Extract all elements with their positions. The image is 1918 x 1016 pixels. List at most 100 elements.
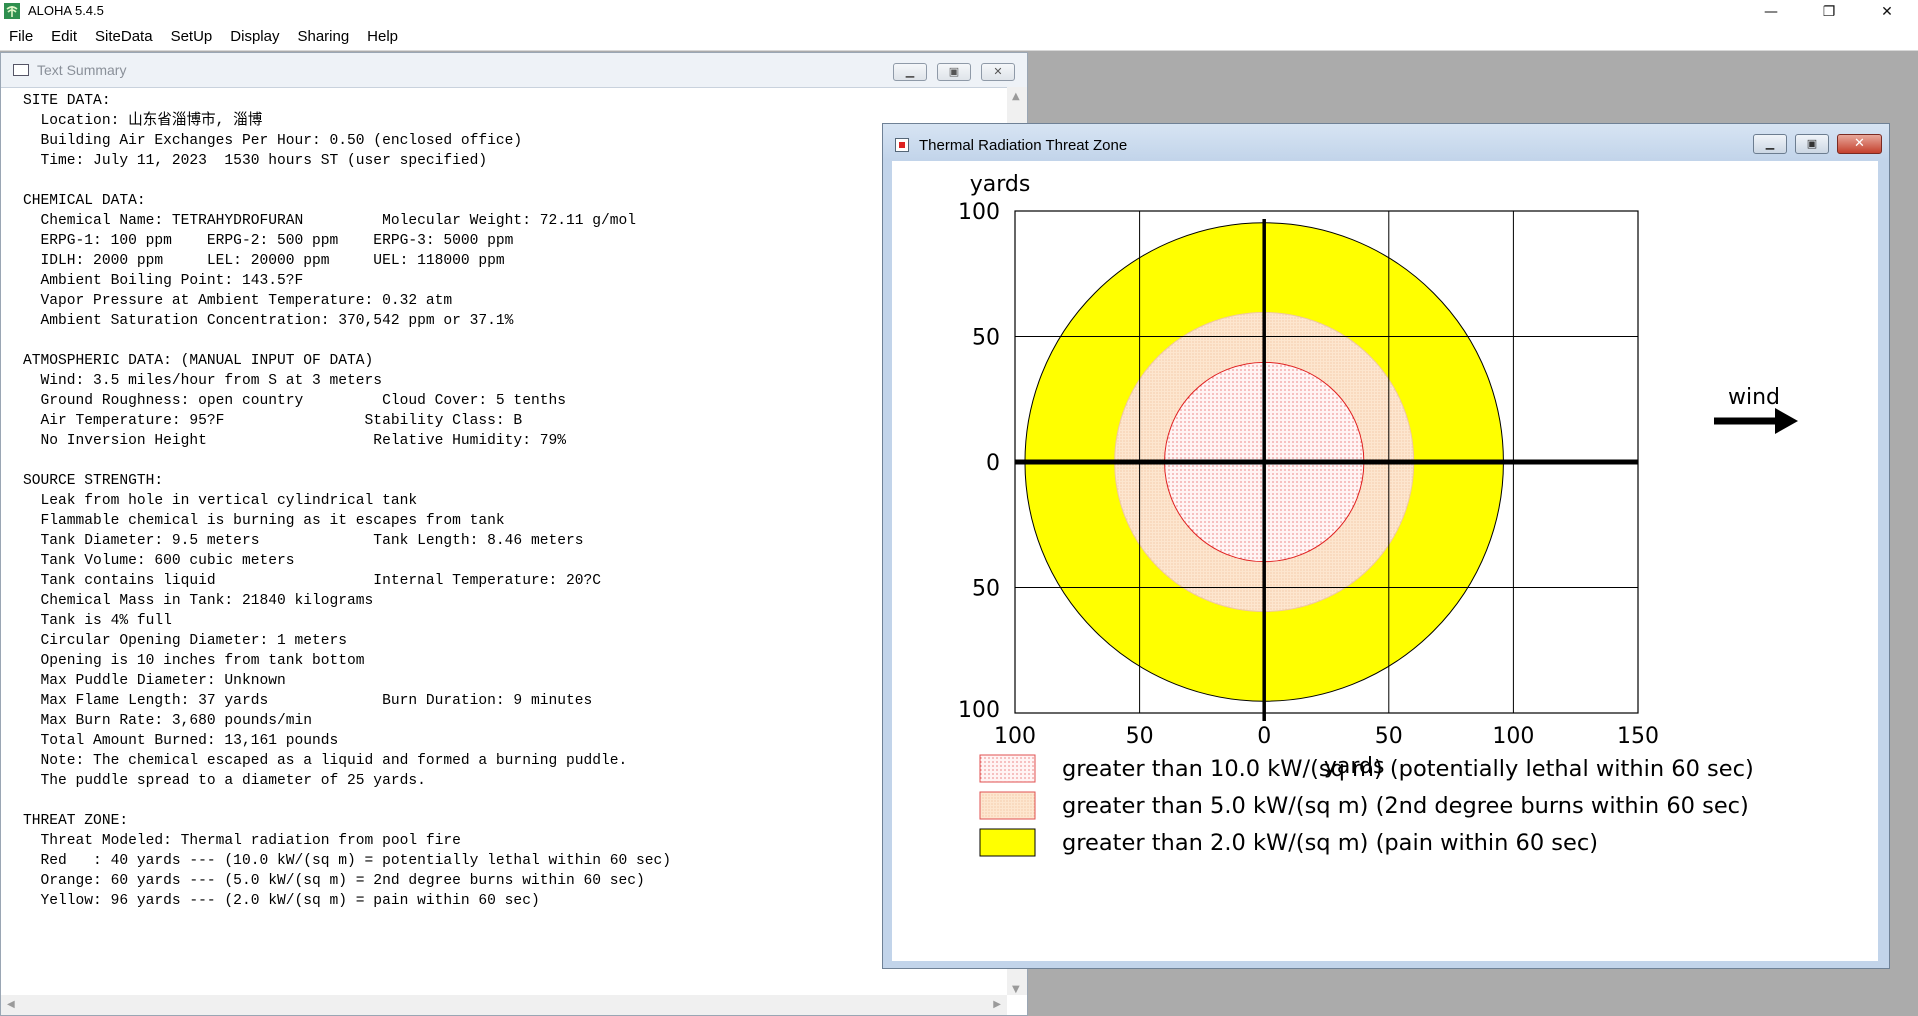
threat-zone-chart: 100 50 0 50 100 15010050050100yardsyardswindg… (958, 172, 1798, 857)
menu-display[interactable]: Display (221, 24, 288, 50)
close-button[interactable]: ✕ (1864, 0, 1910, 24)
threat-zone-titlebar[interactable]: Thermal Radiation Threat Zone ▁ ▣ ✕ (883, 124, 1889, 160)
y-tick-label: 50 (972, 326, 1000, 351)
text-summary-restore-button[interactable]: ▣ (937, 63, 971, 81)
document-icon (13, 64, 29, 76)
summary-line: ATMOSPHERIC DATA: (MANUAL INPUT OF DATA) (23, 353, 374, 369)
legend-label: greater than 10.0 kW/(sq m) (potentially… (1062, 756, 1754, 782)
minimize-icon: — (1764, 4, 1778, 20)
summary-line: Chemical Mass in Tank: 21840 kilograms (23, 593, 374, 609)
menu-setup[interactable]: SetUp (162, 24, 222, 50)
menu-edit[interactable]: Edit (42, 24, 86, 50)
threat-zone-title: Thermal Radiation Threat Zone (919, 137, 1128, 154)
menu-sharing[interactable]: Sharing (288, 24, 358, 50)
x-tick-label: 150 (1617, 724, 1659, 749)
summary-line: IDLH: 2000 ppm LEL: 20000 ppm UEL: 11800… (23, 253, 505, 269)
summary-line: CHEMICAL DATA: (23, 193, 146, 209)
summary-line: SITE DATA: (23, 93, 111, 109)
summary-line: Ground Roughness: open country Cloud Cov… (23, 393, 566, 409)
close-icon: ✕ (1881, 4, 1893, 20)
summary-line: No Inversion Height Relative Humidity: 7… (23, 433, 566, 449)
summary-line: Tank contains liquid Internal Temperatur… (23, 573, 602, 589)
threat-zone-close-button[interactable]: ✕ (1837, 134, 1882, 154)
y-axis-title: yards (970, 172, 1031, 197)
text-summary-minimize-button[interactable]: ▁ (893, 63, 927, 81)
summary-line: Orange: 60 yards --- (5.0 kW/(sq m) = 2n… (23, 873, 645, 889)
scroll-right-icon[interactable]: ▶ (993, 999, 1001, 1010)
x-tick-label: 50 (1126, 724, 1154, 749)
summary-line: Tank is 4% full (23, 613, 172, 629)
menu-help[interactable]: Help (358, 24, 407, 50)
threat-zone-minimize-button[interactable]: ▁ (1753, 134, 1787, 154)
menu-bar: File Edit SiteData SetUp Display Sharing… (0, 24, 1918, 51)
summary-line: Chemical Name: TETRAHYDROFURAN Molecular… (23, 213, 637, 229)
horizontal-scrollbar[interactable]: ◀ ▶ (1, 995, 1007, 1015)
wind-label: wind (1728, 385, 1780, 410)
summary-line: Leak from hole in vertical cylindrical t… (23, 493, 418, 509)
legend-swatch-60 (979, 791, 1036, 820)
summary-line: Air Temperature: 95?F Stability Class: B (23, 413, 523, 429)
summary-line: Location: 山东省淄博市, 淄博 (23, 113, 263, 129)
y-tick-label: 100 (958, 200, 1000, 225)
summary-line: Flammable chemical is burning as it esca… (23, 513, 505, 529)
text-summary-window: Text Summary ▁ ▣ ✕ SITE DATA: Location: … (0, 52, 1028, 1016)
summary-line: Ambient Boiling Point: 143.5?F (23, 273, 304, 289)
x-tick-label: 0 (1257, 724, 1271, 749)
summary-line: Vapor Pressure at Ambient Temperature: 0… (23, 293, 453, 309)
menu-sitedata[interactable]: SiteData (86, 24, 162, 50)
summary-line: Building Air Exchanges Per Hour: 0.50 (e… (23, 133, 523, 149)
minimize-button[interactable]: — (1748, 0, 1794, 24)
summary-line: Red : 40 yards --- (10.0 kW/(sq m) = pot… (23, 853, 672, 869)
summary-line: The puddle spread to a diameter of 25 ya… (23, 773, 426, 789)
legend-swatch-40 (979, 754, 1036, 783)
y-tick-label: 50 (972, 577, 1000, 602)
summary-line: Tank Volume: 600 cubic meters (23, 553, 295, 569)
x-tick-label: 50 (1375, 724, 1403, 749)
legend-swatch-96 (979, 828, 1036, 857)
aloha-app-icon (4, 3, 20, 19)
summary-line: Note: The chemical escaped as a liquid a… (23, 753, 628, 769)
text-summary-title: Text Summary (37, 62, 127, 78)
y-tick-label: 100 (958, 698, 1000, 723)
summary-line (23, 331, 1003, 351)
x-tick-label: 100 (994, 724, 1036, 749)
text-summary-content: SITE DATA: Location: 山东省淄博市, 淄博 Building… (23, 91, 1003, 971)
summary-line: Circular Opening Diameter: 1 meters (23, 633, 348, 649)
app-titlebar: ALOHA 5.4.5 — ❐ ✕ (0, 0, 1918, 25)
legend-label: greater than 5.0 kW/(sq m) (2nd degree b… (1062, 793, 1749, 819)
summary-line: Yellow: 96 yards --- (2.0 kW/(sq m) = pa… (23, 893, 540, 909)
scroll-up-icon[interactable]: ▲ (1012, 91, 1020, 102)
summary-line: SOURCE STRENGTH: (23, 473, 164, 489)
threat-zone-window: Thermal Radiation Threat Zone ▁ ▣ ✕ 100 5… (882, 123, 1890, 969)
legend-label: greater than 2.0 kW/(sq m) (pain within … (1062, 830, 1598, 856)
summary-line: Time: July 11, 2023 1530 hours ST (user … (23, 153, 488, 169)
summary-line: THREAT ZONE: (23, 813, 129, 829)
menu-file[interactable]: File (0, 24, 42, 50)
threat-zone-restore-button[interactable]: ▣ (1795, 134, 1829, 154)
restore-icon: ❐ (1822, 4, 1836, 20)
summary-line: Wind: 3.5 miles/hour from S at 3 meters (23, 373, 383, 389)
text-summary-titlebar[interactable]: Text Summary ▁ ▣ ✕ (1, 53, 1027, 88)
summary-line: Opening is 10 inches from tank bottom (23, 653, 365, 669)
scroll-left-icon[interactable]: ◀ (7, 999, 15, 1010)
y-tick-label: 0 (986, 451, 1000, 476)
summary-line: Max Puddle Diameter: Unknown (23, 673, 286, 689)
summary-line (23, 791, 1003, 811)
summary-line: ERPG-1: 100 ppm ERPG-2: 500 ppm ERPG-3: … (23, 233, 514, 249)
wind-arrow-icon (1775, 408, 1798, 434)
maximize-button[interactable]: ❐ (1806, 0, 1852, 24)
threat-zone-plot-area: 100 50 0 50 100 150 100 50 0 50 100 yards yards wind g… (892, 161, 1878, 961)
summary-line: Max Burn Rate: 3,680 pounds/min (23, 713, 313, 729)
summary-line: Ambient Saturation Concentration: 370,54… (23, 313, 514, 329)
scroll-down-icon[interactable]: ▼ (1012, 984, 1020, 995)
summary-line: Max Flame Length: 37 yards Burn Duration… (23, 693, 593, 709)
text-summary-close-button[interactable]: ✕ (981, 63, 1015, 81)
summary-line (23, 171, 1003, 191)
summary-line: Total Amount Burned: 13,161 pounds (23, 733, 339, 749)
x-tick-label: 100 (1492, 724, 1534, 749)
app-title: ALOHA 5.4.5 (28, 3, 104, 18)
threat-zone-icon (895, 138, 909, 152)
summary-line: Tank Diameter: 9.5 meters Tank Length: 8… (23, 533, 584, 549)
summary-line (23, 451, 1003, 471)
summary-line: Threat Modeled: Thermal radiation from p… (23, 833, 461, 849)
